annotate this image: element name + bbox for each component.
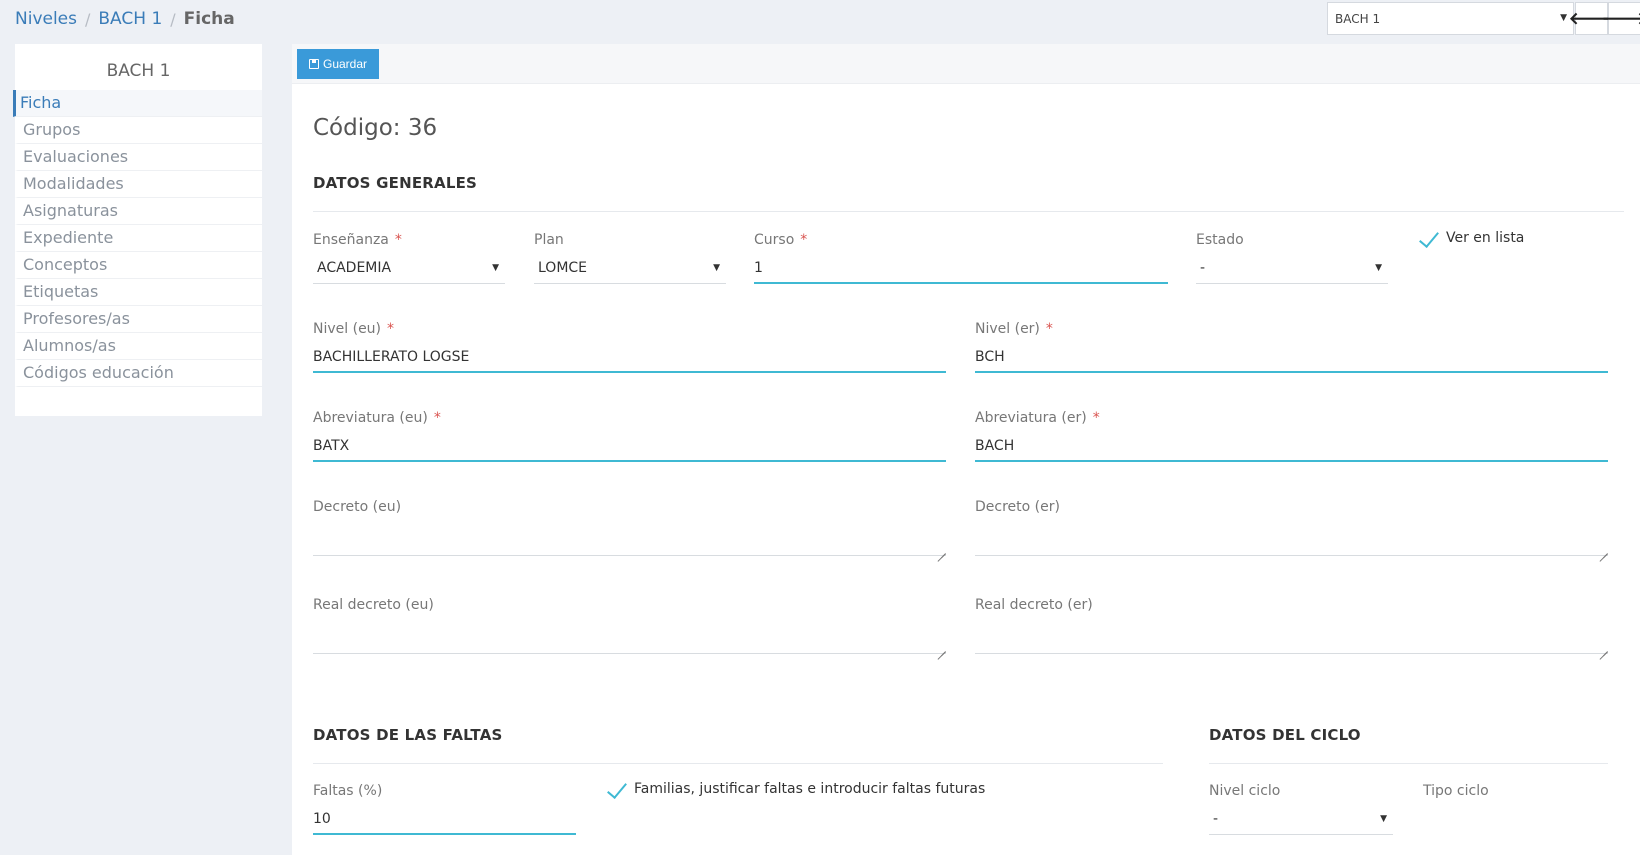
section-divider [313,211,1624,212]
caret-down-icon: ▼ [1375,263,1382,273]
main-panel: Guardar Código: 36 DATOS GENERALES Enseñ… [292,44,1640,855]
resize-handle-icon[interactable] [937,643,946,652]
level-select[interactable]: BACH 1 ▼ [1327,2,1574,35]
estado-value: - [1200,260,1206,276]
section-title-ciclo: DATOS DEL CICLO [1209,726,1361,744]
decreto-eu-label: Decreto (eu) [313,499,402,515]
nivel-er-label: Nivel (er) * [975,321,1053,337]
save-button-label: Guardar [322,57,368,71]
sidebar-item-evaluaciones[interactable]: Evaluaciones [15,144,262,171]
ver-en-lista-label: Ver en lista [1446,230,1525,246]
familias-label: Familias, justificar faltas e introducir… [634,781,986,797]
nivel-ciclo-select[interactable]: - ▼ [1209,803,1393,835]
familias-checkbox[interactable]: Familias, justificar faltas e introducir… [604,781,985,797]
page-title: Código: 36 [313,115,438,141]
sidebar-item-asignaturas[interactable]: Asignaturas [15,198,262,225]
estado-select[interactable]: - ▼ [1196,252,1388,284]
toolbar: Guardar [292,44,1640,84]
faltas-pct-label: Faltas (%) [313,783,383,799]
abrev-er-label: Abreviatura (er) * [975,410,1100,426]
caret-down-icon: ▼ [713,263,720,273]
curso-label: Curso * [754,232,808,248]
abrev-er-input[interactable]: BACH [975,430,1608,462]
breadcrumb: Niveles / BACH 1 / Ficha [15,9,235,29]
check-icon [1416,231,1438,245]
plan-value: LOMCE [538,260,588,276]
abrev-eu-input[interactable]: BATX [313,430,946,462]
sidebar-item-conceptos[interactable]: Conceptos [15,252,262,279]
arrow-right-icon: 🡒 [1601,8,1640,29]
resize-handle-icon[interactable] [1599,643,1608,652]
save-icon [308,59,319,69]
nivel-er-input[interactable]: BCH [975,341,1608,373]
caret-down-icon: ▼ [1560,13,1567,23]
nivel-eu-label: Nivel (eu) * [313,321,395,337]
breadcrumb-separator: / [85,9,91,29]
sidebar-item-ficha[interactable]: Ficha [13,90,262,117]
real-decreto-er-label: Real decreto (er) [975,597,1093,613]
decreto-eu-textarea[interactable] [313,520,946,556]
faltas-pct-input[interactable]: 10 [313,803,576,835]
caret-down-icon: ▼ [1380,814,1387,824]
next-button[interactable]: 🡒 [1602,2,1640,35]
plan-select[interactable]: LOMCE ▼ [534,252,726,284]
sidebar-item-etiquetas[interactable]: Etiquetas [15,279,262,306]
nivel-ciclo-value: - [1213,811,1219,827]
section-title-faltas: DATOS DE LAS FALTAS [313,726,503,744]
level-select-value: BACH 1 [1335,12,1381,26]
sidebar-item-expediente[interactable]: Expediente [15,225,262,252]
real-decreto-eu-label: Real decreto (eu) [313,597,434,613]
ensenanza-value: ACADEMIA [317,260,392,276]
tipo-ciclo-label: Tipo ciclo [1423,783,1489,799]
breadcrumb-current: Ficha [183,9,235,29]
check-icon [604,782,626,796]
sidebar-item-grupos[interactable]: Grupos [15,117,262,144]
breadcrumb-bach1[interactable]: BACH 1 [98,9,162,29]
sidebar-title: BACH 1 [106,61,171,81]
curso-input[interactable]: 1 [754,252,1168,284]
section-title-general: DATOS GENERALES [313,174,478,192]
decreto-er-label: Decreto (er) [975,499,1060,515]
real-decreto-eu-textarea[interactable] [313,618,946,654]
resize-handle-icon[interactable] [1599,545,1608,554]
breadcrumb-separator: / [170,9,176,29]
save-button[interactable]: Guardar [297,49,379,79]
section-divider [1209,763,1608,764]
caret-down-icon: ▼ [492,263,499,273]
decreto-er-textarea[interactable] [975,520,1608,556]
nivel-ciclo-label: Nivel ciclo [1209,783,1281,799]
sidebar: BACH 1 Ficha Grupos Evaluaciones Modalid… [13,44,262,416]
real-decreto-er-textarea[interactable] [975,618,1608,654]
ver-en-lista-checkbox[interactable]: Ver en lista [1416,230,1524,246]
sidebar-item-alumnos[interactable]: Alumnos/as [15,333,262,360]
resize-handle-icon[interactable] [937,545,946,554]
ensenanza-label: Enseñanza * [313,232,402,248]
nivel-eu-input[interactable]: BACHILLERATO LOGSE [313,341,946,373]
plan-label: Plan [534,232,564,248]
estado-label: Estado [1196,232,1244,248]
abrev-eu-label: Abreviatura (eu) * [313,410,441,426]
ensenanza-select[interactable]: ACADEMIA ▼ [313,252,505,284]
sidebar-item-codigos-educacion[interactable]: Códigos educación [15,360,262,387]
breadcrumb-niveles[interactable]: Niveles [15,9,77,29]
section-divider [313,763,1163,764]
sidebar-item-profesores[interactable]: Profesores/as [15,306,262,333]
sidebar-item-modalidades[interactable]: Modalidades [15,171,262,198]
